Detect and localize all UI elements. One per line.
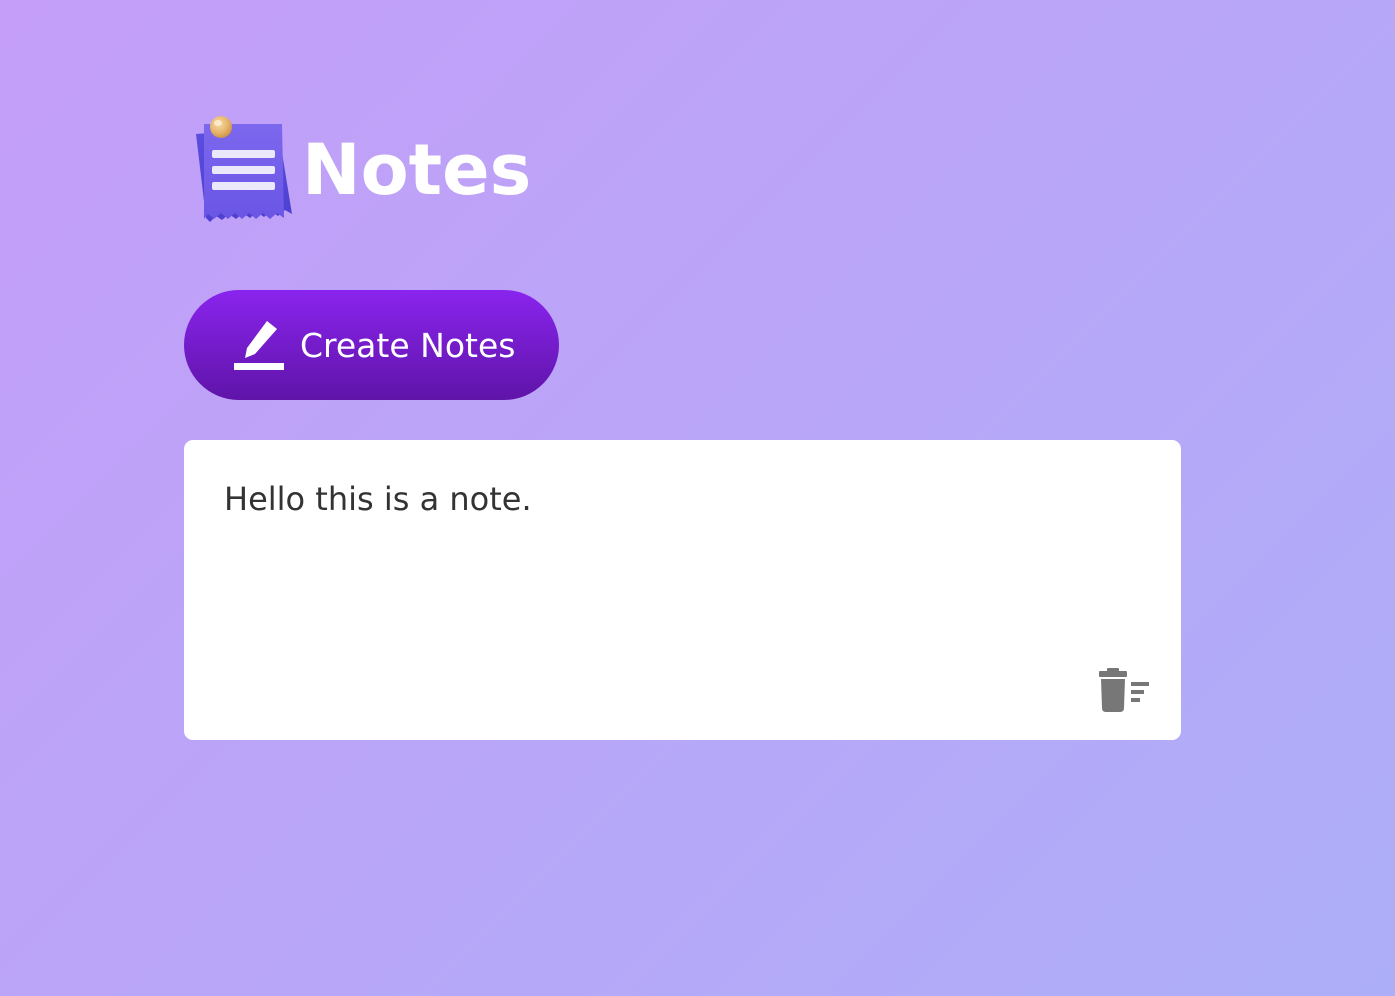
note-text-input[interactable]: Hello this is a note. [224,480,1141,518]
notes-container: Hello this is a note. [184,440,1181,740]
trash-icon [1099,668,1149,712]
create-notes-label: Create Notes [300,325,516,365]
app-header: Notes [192,110,531,232]
pencil-icon [234,321,284,370]
create-notes-button[interactable]: Create Notes [184,290,559,400]
page-title: Notes [302,129,532,211]
note-card: Hello this is a note. [184,440,1181,740]
notepad-pin-icon [196,116,292,222]
delete-note-button[interactable] [1099,668,1153,712]
